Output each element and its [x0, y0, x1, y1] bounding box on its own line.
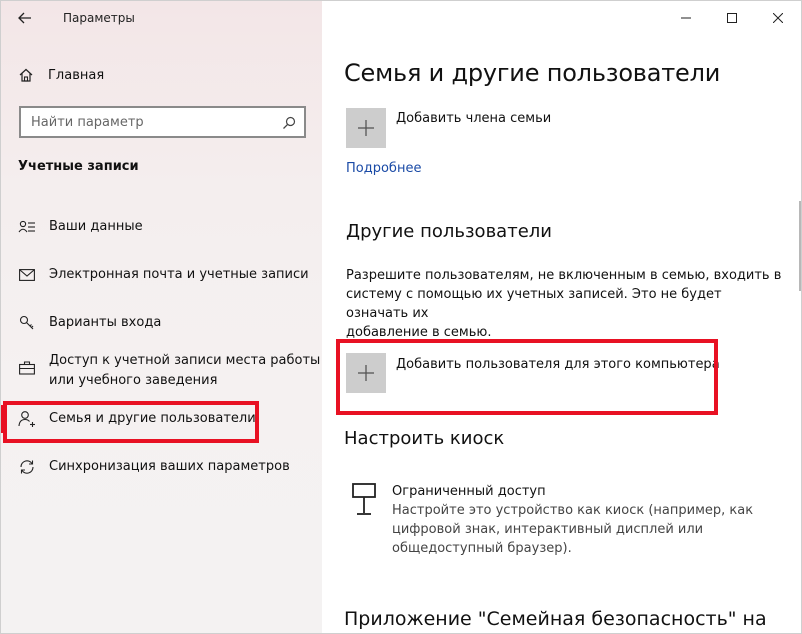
- sidebar-item-label: Синхронизация ваших параметров: [49, 459, 290, 474]
- sidebar-item-label: Варианты входа: [49, 315, 162, 330]
- sidebar-item-label: Электронная почта и учетные записи: [49, 267, 309, 282]
- search-box[interactable]: [19, 106, 306, 138]
- mail-icon: [18, 266, 36, 284]
- sidebar-item-your-info[interactable]: Ваши данные: [1, 217, 322, 237]
- sync-icon: [18, 458, 36, 476]
- minimize-icon: [681, 17, 691, 19]
- sidebar-item-label: Ваши данные: [49, 219, 143, 234]
- minimize-button[interactable]: [663, 1, 709, 35]
- user-list-icon: [18, 218, 36, 236]
- other-users-description: Разрешите пользователям, не включенным в…: [346, 268, 782, 340]
- highlight-frame-add-user: [336, 339, 718, 415]
- sidebar: Параметры Главная Учетные записи: [1, 1, 322, 633]
- other-users-heading: Другие пользователи: [346, 221, 552, 242]
- add-family-label[interactable]: Добавить члена семьи: [396, 111, 551, 126]
- sidebar-item-sync[interactable]: Синхронизация ваших параметров: [1, 457, 322, 477]
- nav-home[interactable]: Главная: [1, 59, 322, 91]
- bottom-section-heading: Приложение "Семейная безопасность" на: [344, 608, 767, 630]
- highlight-frame-sidebar: [3, 401, 259, 443]
- section-title: Учетные записи: [18, 159, 139, 174]
- sidebar-item-label: Доступ к учетной записи места работы или…: [49, 353, 321, 388]
- key-icon: [18, 314, 36, 332]
- nav-home-label: Главная: [48, 67, 105, 83]
- sidebar-item-sign-in-options[interactable]: Варианты входа: [1, 313, 322, 333]
- briefcase-icon: [18, 359, 36, 377]
- sidebar-item-work-access[interactable]: Доступ к учетной записи места работы или…: [1, 351, 322, 391]
- kiosk-icon: [352, 483, 376, 521]
- close-button[interactable]: [755, 1, 801, 35]
- page-title: Семья и другие пользователи: [344, 59, 721, 87]
- search-input[interactable]: [31, 114, 271, 130]
- home-icon: [18, 67, 34, 83]
- sidebar-item-email[interactable]: Электронная почта и учетные записи: [1, 265, 322, 285]
- close-icon: [773, 13, 783, 23]
- search-icon[interactable]: [282, 115, 296, 129]
- more-info-link[interactable]: Подробнее: [346, 161, 421, 176]
- kiosk-item-description: Настройте это устройство как киоск (напр…: [392, 503, 754, 556]
- add-family-tile[interactable]: [346, 108, 386, 148]
- scrollbar[interactable]: [799, 201, 801, 291]
- back-button[interactable]: [1, 1, 49, 35]
- plus-icon: [358, 120, 374, 136]
- maximize-icon: [727, 13, 737, 23]
- kiosk-item-title[interactable]: Ограниченный доступ: [392, 484, 546, 499]
- title-bar: Параметры: [1, 1, 322, 35]
- main-content: Семья и другие пользователи Добавить чле…: [322, 1, 801, 633]
- kiosk-heading: Настроить киоск: [344, 428, 505, 449]
- caption-buttons: [663, 1, 801, 35]
- app-title: Параметры: [63, 11, 135, 25]
- settings-window: Параметры Главная Учетные записи: [0, 0, 802, 634]
- back-arrow-icon: [18, 12, 31, 24]
- maximize-button[interactable]: [709, 1, 755, 35]
